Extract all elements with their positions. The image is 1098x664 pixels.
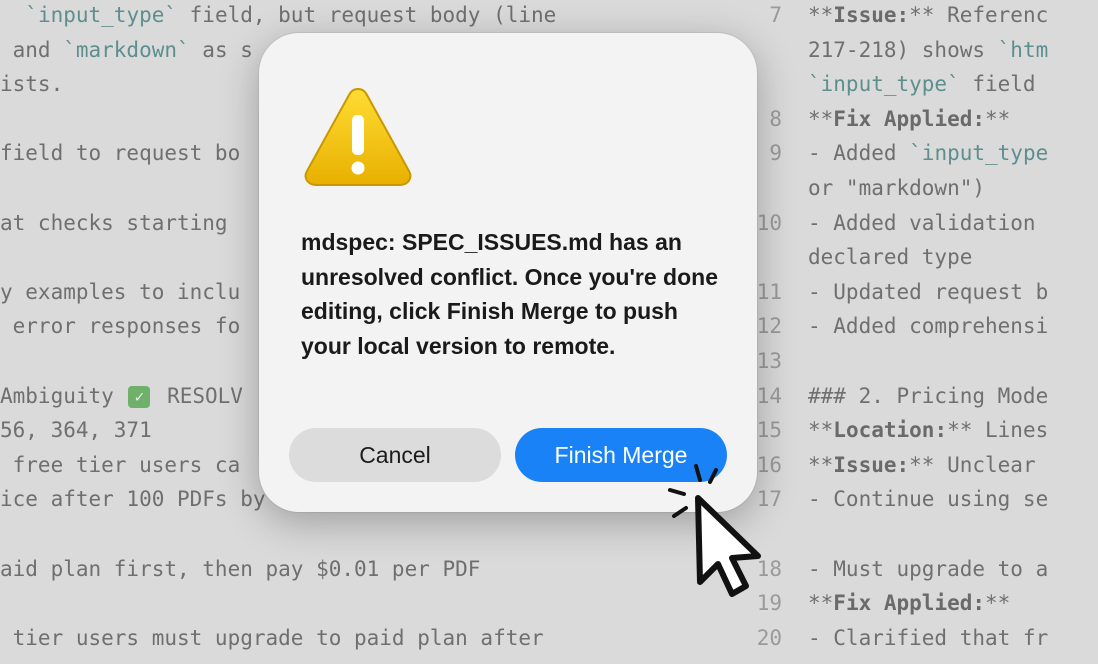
code-text: field to request bo xyxy=(0,141,241,166)
code-text: RESOLV xyxy=(154,383,243,408)
code-line: 16 **Issue:** Unclear xyxy=(730,448,1036,482)
code-line: and `markdown` as s xyxy=(0,33,253,67)
code-line: 17- Continue using se xyxy=(730,482,1049,516)
code-line: Ambiguity RESOLV xyxy=(0,379,243,413)
code-line: 9- Added `input_type xyxy=(730,136,1048,170)
code-text: field, but request body (line xyxy=(177,3,557,27)
code-line: y examples to inclu xyxy=(0,275,240,309)
code-line: 19 **Fix Applied:** xyxy=(730,586,1011,620)
code-line: tier users must upgrade to paid plan aft… xyxy=(0,621,544,655)
resolved-check-icon xyxy=(128,385,151,408)
code-text: or "markdown") xyxy=(808,176,986,200)
code-line: field to request bo xyxy=(0,136,240,170)
code-line: declared type xyxy=(730,240,972,274)
bold-text: Issue: xyxy=(833,452,910,477)
merge-conflict-dialog: mdspec: SPEC_ISSUES.md has an unresolved… xyxy=(259,33,757,512)
code-line: ists. xyxy=(0,67,63,101)
line-number: 18 xyxy=(756,556,782,581)
code-text: - Added comprehensi xyxy=(808,314,1049,339)
line-number: 7 xyxy=(769,3,782,27)
inline-code: `input_type` xyxy=(25,3,178,27)
code-line: 10- Added validation xyxy=(730,206,1036,240)
bold-text: Fix Applied: xyxy=(833,591,986,616)
inline-code: `markdown` xyxy=(63,37,190,62)
code-line: error responses fo xyxy=(0,309,241,343)
finish-merge-button[interactable]: Finish Merge xyxy=(515,428,727,482)
code-text: error responses fo xyxy=(0,314,241,339)
bold-text: Issue: xyxy=(833,3,910,27)
code-line: at checks starting xyxy=(0,206,228,240)
code-text: field xyxy=(959,72,1036,97)
code-line: `input_type` field xyxy=(730,67,1036,101)
code-line: 12- Added comprehensi xyxy=(730,309,1049,343)
code-text: 217-218) shows xyxy=(808,37,998,62)
bold-text: Location: xyxy=(833,418,948,443)
code-line: 11- Updated request b xyxy=(730,275,1049,309)
code-text: ists. xyxy=(0,72,64,97)
code-text: tier users must upgrade to paid plan aft… xyxy=(0,625,544,650)
code-text: 56, 364, 371 xyxy=(0,418,152,443)
code-line: aid plan first, then pay $0.01 per PDF xyxy=(0,552,480,586)
dialog-message: mdspec: SPEC_ISSUES.md has an unresolved… xyxy=(301,229,718,359)
code-text: ** xyxy=(808,418,834,443)
code-line: free tier users ca xyxy=(0,448,241,482)
code-text: - Continue using se xyxy=(808,487,1049,512)
bold-text: Fix Applied: xyxy=(833,106,986,131)
code-text: at checks starting xyxy=(0,210,228,235)
code-line: 20 - Clarified that fr xyxy=(730,621,1049,655)
code-line: 56, 364, 371 xyxy=(0,413,152,447)
code-text: ** xyxy=(808,106,834,131)
code-text: ** Referenc xyxy=(909,3,1049,27)
code-text: declared type xyxy=(808,245,973,270)
code-text: - Must upgrade to a xyxy=(808,556,1049,581)
code-text: Ambiguity xyxy=(0,383,127,408)
code-text: - Added validation xyxy=(808,210,1036,235)
code-text: ** xyxy=(808,591,834,616)
code-line: or "markdown") xyxy=(730,171,985,205)
inline-code: `input_type xyxy=(909,141,1049,166)
code-text: free tier users ca xyxy=(0,452,241,477)
code-text: and xyxy=(0,37,64,62)
code-text: ** xyxy=(808,452,834,477)
code-line: 15 **Location:** Lines xyxy=(730,413,1049,447)
code-text: ** xyxy=(808,3,834,27)
code-text: - Updated request b xyxy=(808,279,1049,304)
code-text: ### 2. Pricing Mode xyxy=(808,383,1049,408)
code-line: 18 - Must upgrade to a xyxy=(730,552,1049,586)
code-line: 14 ### 2. Pricing Mode xyxy=(730,379,1049,413)
code-text: ** xyxy=(985,106,1011,131)
line-number: 19 xyxy=(756,591,782,616)
code-text: y examples to inclu xyxy=(0,279,241,304)
code-text: ice after 100 PDFs by xyxy=(0,487,266,512)
code-text: - Clarified that fr xyxy=(808,625,1049,650)
code-line: `input_type` field, but request body (li… xyxy=(0,0,556,32)
inline-code: `htm xyxy=(997,37,1049,62)
code-text: - Added xyxy=(808,141,910,166)
code-text: ** Unclear xyxy=(909,452,1036,477)
code-line: 7 **Issue:** Referenc xyxy=(730,0,1048,32)
line-number: 20 xyxy=(756,625,782,650)
code-line: ice after 100 PDFs by xyxy=(0,482,266,516)
right-editor-pane: 7 **Issue:** Referenc 217-218) shows `htm `… xyxy=(730,0,1068,664)
inline-code: `input_type` xyxy=(808,72,960,97)
warning-triangle-icon xyxy=(304,87,412,186)
code-text: aid plan first, then pay $0.01 per PDF xyxy=(0,556,481,581)
code-line: 217-218) shows `htm xyxy=(730,33,1048,67)
app-window: `input_type` field, but request body (li… xyxy=(0,0,1098,664)
code-line: 8 **Fix Applied:** xyxy=(730,102,1010,136)
code-text: ** Lines xyxy=(947,418,1049,443)
code-text: ** xyxy=(985,591,1011,616)
code-text: as s xyxy=(189,37,253,62)
cancel-button[interactable]: Cancel xyxy=(289,428,501,482)
